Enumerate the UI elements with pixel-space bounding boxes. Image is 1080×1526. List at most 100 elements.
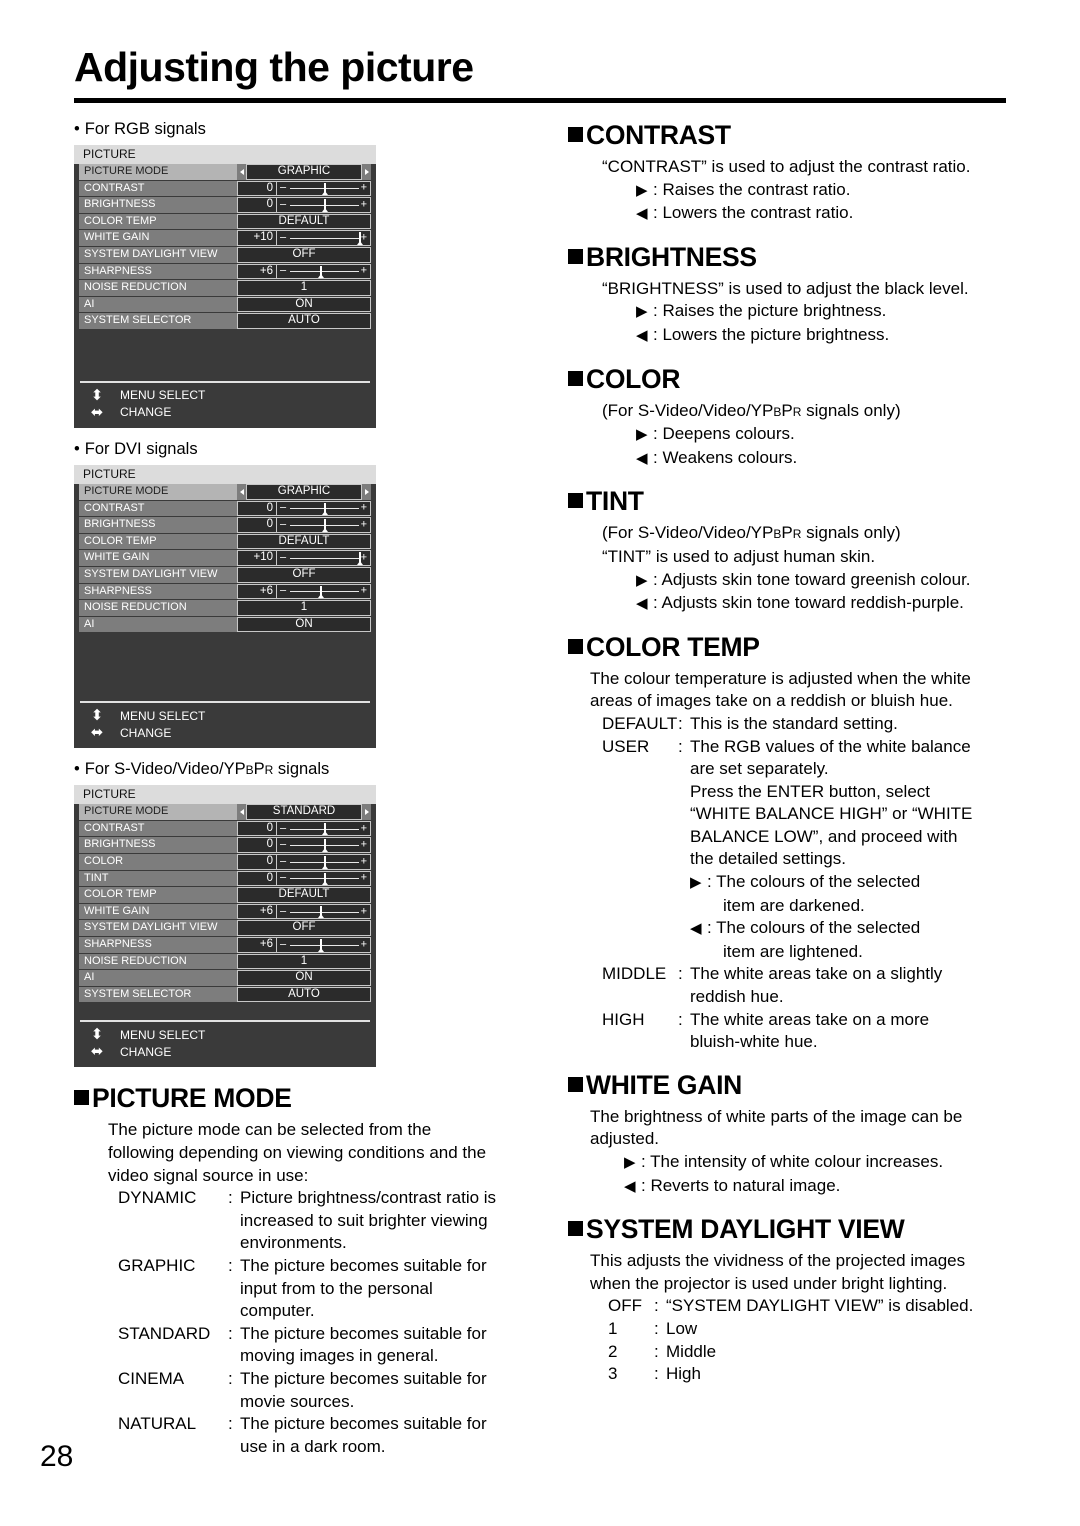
chevron-right-icon[interactable] <box>362 804 371 820</box>
osd-row-value[interactable]: 0 <box>237 180 277 197</box>
osd-row[interactable]: BRIGHTNESS 0 – + <box>79 517 371 533</box>
slider-thumb[interactable] <box>321 199 328 212</box>
osd-row[interactable]: SHARPNESS +6 – + <box>79 583 371 600</box>
osd-row-value[interactable]: AUTO <box>237 313 371 329</box>
osd-row-value[interactable]: DEFAULT <box>237 213 371 230</box>
osd-row[interactable]: WHITE GAIN +6 – + <box>79 903 371 920</box>
slider-thumb[interactable] <box>321 872 328 885</box>
osd-row-value[interactable]: 0 <box>237 820 277 837</box>
osd-row[interactable]: PICTURE MODE GRAPHIC <box>79 483 371 500</box>
osd-row-value[interactable]: 0 <box>237 854 277 870</box>
osd-footer-row: ⬍ MENU SELECT <box>74 707 376 724</box>
osd-row[interactable]: COLOR TEMP DEFAULT <box>79 887 371 903</box>
osd-row-value[interactable]: 1 <box>237 600 371 616</box>
osd-row[interactable]: CONTRAST 0 – + <box>79 820 371 837</box>
chevron-right-icon[interactable] <box>362 483 371 500</box>
osd-row[interactable]: CONTRAST 0 – + <box>79 500 371 517</box>
osd-row[interactable]: AI ON <box>79 296 371 313</box>
osd-row[interactable]: CONTRAST 0 – + <box>79 180 371 197</box>
osd-row[interactable]: COLOR TEMP DEFAULT <box>79 533 371 550</box>
osd-row-value[interactable]: DEFAULT <box>237 887 371 903</box>
osd-row[interactable]: SYSTEM DAYLIGHT VIEW OFF <box>79 920 371 937</box>
osd-row-value[interactable]: +10 <box>237 550 277 566</box>
osd-row[interactable]: SHARPNESS +6 – + <box>79 263 371 280</box>
osd-row-value[interactable]: +6 <box>237 937 277 953</box>
slider-thumb[interactable] <box>321 822 328 836</box>
osd-row-value[interactable]: GRAPHIC <box>246 164 362 180</box>
osd-slider[interactable]: – + <box>277 500 371 517</box>
osd-row-value[interactable]: 1 <box>237 280 371 296</box>
osd-row-value[interactable]: DEFAULT <box>237 533 371 550</box>
slider-thumb[interactable] <box>321 519 328 532</box>
osd-row-value[interactable]: +6 <box>237 263 277 280</box>
slider-thumb[interactable] <box>317 905 324 919</box>
slider-thumb[interactable] <box>321 839 328 852</box>
osd-slider[interactable]: – + <box>277 854 371 870</box>
osd-row[interactable]: WHITE GAIN +10 – + <box>79 550 371 566</box>
slider-thumb[interactable] <box>321 182 328 195</box>
osd-row[interactable]: SYSTEM DAYLIGHT VIEW OFF <box>79 246 371 263</box>
osd-row[interactable]: NOISE REDUCTION 1 <box>79 280 371 296</box>
osd-slider[interactable]: – + <box>277 837 371 854</box>
osd-row-value[interactable]: OFF <box>237 246 371 263</box>
osd-row[interactable]: AI ON <box>79 616 371 633</box>
chevron-left-icon[interactable] <box>237 804 246 820</box>
osd-row-value[interactable]: ON <box>237 296 371 313</box>
slider-thumb[interactable] <box>317 585 324 598</box>
osd-row[interactable]: PICTURE MODE GRAPHIC <box>79 164 371 180</box>
osd-row[interactable]: NOISE REDUCTION 1 <box>79 600 371 616</box>
slider-thumb[interactable] <box>321 856 328 869</box>
plus-icon: + <box>360 181 367 194</box>
osd-row[interactable]: COLOR 0 – + <box>79 854 371 870</box>
osd-row-value[interactable]: STANDARD <box>246 804 362 820</box>
osd-row[interactable]: TINT 0 – + <box>79 870 371 887</box>
osd-slider[interactable]: – + <box>277 820 371 837</box>
osd-slider[interactable]: – + <box>277 937 371 953</box>
osd-slider[interactable]: – + <box>277 550 371 566</box>
chevron-right-icon[interactable] <box>362 164 371 180</box>
right-arrow-icon: ▶ <box>636 303 648 321</box>
osd-row[interactable]: SHARPNESS +6 – + <box>79 937 371 953</box>
osd-slider[interactable]: – + <box>277 583 371 600</box>
osd-row[interactable]: WHITE GAIN +10 – + <box>79 230 371 246</box>
osd-row-value[interactable]: 1 <box>237 953 371 970</box>
slider-thumb[interactable] <box>321 502 328 515</box>
osd-row-value[interactable]: 0 <box>237 870 277 887</box>
chevron-left-icon[interactable] <box>237 483 246 500</box>
osd-row[interactable]: BRIGHTNESS 0 – + <box>79 837 371 854</box>
osd-row-value[interactable]: ON <box>237 970 371 986</box>
osd-row-value[interactable]: ON <box>237 616 371 633</box>
osd-slider[interactable]: – + <box>277 263 371 280</box>
osd-row-value[interactable]: OFF <box>237 566 371 583</box>
osd-row[interactable]: COLOR TEMP DEFAULT <box>79 213 371 230</box>
osd-row-value[interactable]: 0 <box>237 837 277 854</box>
osd-slider[interactable]: – + <box>277 180 371 197</box>
osd-row-value[interactable]: 0 <box>237 197 277 213</box>
osd-row-value[interactable]: OFF <box>237 920 371 937</box>
osd-slider[interactable]: – + <box>277 517 371 533</box>
slider-track <box>290 271 359 273</box>
osd-row-value[interactable]: +10 <box>237 230 277 246</box>
osd-row[interactable]: AI ON <box>79 970 371 986</box>
desc: The picture becomes suitable for input f… <box>240 1255 534 1323</box>
osd-row-value[interactable]: GRAPHIC <box>246 483 362 500</box>
osd-row[interactable]: SYSTEM SELECTOR AUTO <box>79 313 371 329</box>
osd-row-value[interactable]: AUTO <box>237 986 371 1003</box>
osd-row[interactable]: PICTURE MODE STANDARD <box>79 804 371 820</box>
osd-row-value[interactable]: 0 <box>237 517 277 533</box>
osd-slider[interactable]: – + <box>277 870 371 887</box>
osd-row-value[interactable]: +6 <box>237 583 277 600</box>
osd-row-value[interactable]: +6 <box>237 903 277 920</box>
osd-slider[interactable]: – + <box>277 903 371 920</box>
osd-slider[interactable]: – + <box>277 197 371 213</box>
color-note: (For S-Video/Video/YPBPR signals only) <box>602 400 1008 424</box>
osd-slider[interactable]: – + <box>277 230 371 246</box>
osd-row[interactable]: NOISE REDUCTION 1 <box>79 953 371 970</box>
osd-row-value[interactable]: 0 <box>237 500 277 517</box>
osd-row[interactable]: SYSTEM SELECTOR AUTO <box>79 986 371 1003</box>
chevron-left-icon[interactable] <box>237 164 246 180</box>
slider-thumb[interactable] <box>317 939 324 952</box>
osd-row[interactable]: SYSTEM DAYLIGHT VIEW OFF <box>79 566 371 583</box>
osd-row[interactable]: BRIGHTNESS 0 – + <box>79 197 371 213</box>
slider-thumb[interactable] <box>317 265 324 278</box>
